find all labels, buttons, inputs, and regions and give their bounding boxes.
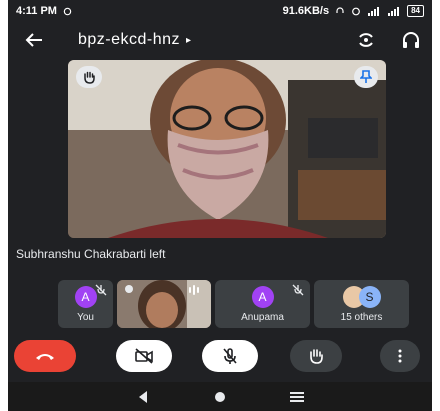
microphone-toggle-button[interactable]: [202, 340, 258, 372]
tile-you[interactable]: A You: [58, 280, 113, 328]
pin-button[interactable]: [354, 66, 378, 88]
mic-off-icon: [223, 348, 237, 364]
back-button[interactable]: [20, 26, 48, 54]
camera-toggle-button[interactable]: [116, 340, 172, 372]
nav-back-button[interactable]: [136, 390, 150, 404]
tile-label: You: [77, 311, 94, 323]
participant-strip: A You A Anupama S 15 others: [58, 280, 409, 328]
call-controls: [8, 340, 432, 376]
nav-menu-icon: [290, 392, 304, 402]
phone-hangup-icon: [36, 354, 54, 360]
pin-icon: [360, 70, 372, 83]
avatar: S: [358, 285, 381, 308]
headset-status-icon: [336, 7, 344, 13]
avatar: A: [251, 285, 274, 308]
meeting-info-caret-icon: ▸: [186, 34, 192, 46]
signal-2-icon: [388, 7, 400, 16]
raised-hand-icon: [84, 71, 95, 84]
main-video-feed[interactable]: [68, 60, 386, 238]
status-bar: 4:11 PM 91.6KB/s 84: [8, 0, 432, 22]
meet-screen: 4:11 PM 91.6KB/s 84 bpz-ekcd-hnz ▸ Subhr…: [8, 0, 432, 411]
others-avatars: S: [342, 285, 381, 308]
status-circle-icon: [63, 7, 72, 15]
battery-indicator: 84: [407, 5, 424, 17]
nav-recents-button[interactable]: [290, 390, 304, 404]
tile-others[interactable]: S 15 others: [314, 280, 409, 328]
nav-back-icon: [139, 391, 147, 403]
audio-output-icon[interactable]: [402, 31, 420, 49]
mic-off-icon: [292, 284, 304, 296]
avatar: A: [74, 285, 97, 308]
mic-off-icon: [95, 284, 107, 296]
speaking-icon: [189, 285, 199, 295]
tile-label: Anupama: [241, 311, 284, 323]
raise-hand-icon: [310, 349, 323, 364]
more-vert-icon: [398, 349, 402, 363]
tile-label: 15 others: [340, 311, 383, 323]
hand-raised-badge: [76, 66, 102, 88]
network-speed: 91.6KB/s: [282, 5, 330, 17]
more-options-button[interactable]: [380, 340, 420, 372]
back-arrow-icon: [25, 33, 42, 47]
end-call-button[interactable]: [14, 340, 76, 372]
nav-home-button[interactable]: [213, 390, 227, 404]
app-bar: bpz-ekcd-hnz ▸: [8, 22, 432, 58]
alarm-status-icon: [352, 7, 360, 16]
participant-left-notice: Subhranshu Chakrabarti left: [16, 247, 166, 261]
camera-off-icon: [135, 348, 153, 364]
tile-video[interactable]: [117, 280, 211, 328]
signal-icon: [368, 7, 380, 16]
camera-thumb-icon: [125, 285, 133, 293]
tile-anupama[interactable]: A Anupama: [215, 280, 310, 328]
nav-home-icon: [215, 392, 225, 402]
system-nav-bar: [8, 382, 432, 411]
raise-hand-button[interactable]: [290, 340, 342, 372]
meeting-code-button[interactable]: bpz-ekcd-hnz ▸: [78, 31, 192, 49]
participant-video-image: [68, 60, 386, 238]
status-time: 4:11 PM: [16, 5, 57, 17]
switch-camera-icon[interactable]: [356, 31, 376, 49]
meeting-code: bpz-ekcd-hnz: [78, 31, 181, 48]
